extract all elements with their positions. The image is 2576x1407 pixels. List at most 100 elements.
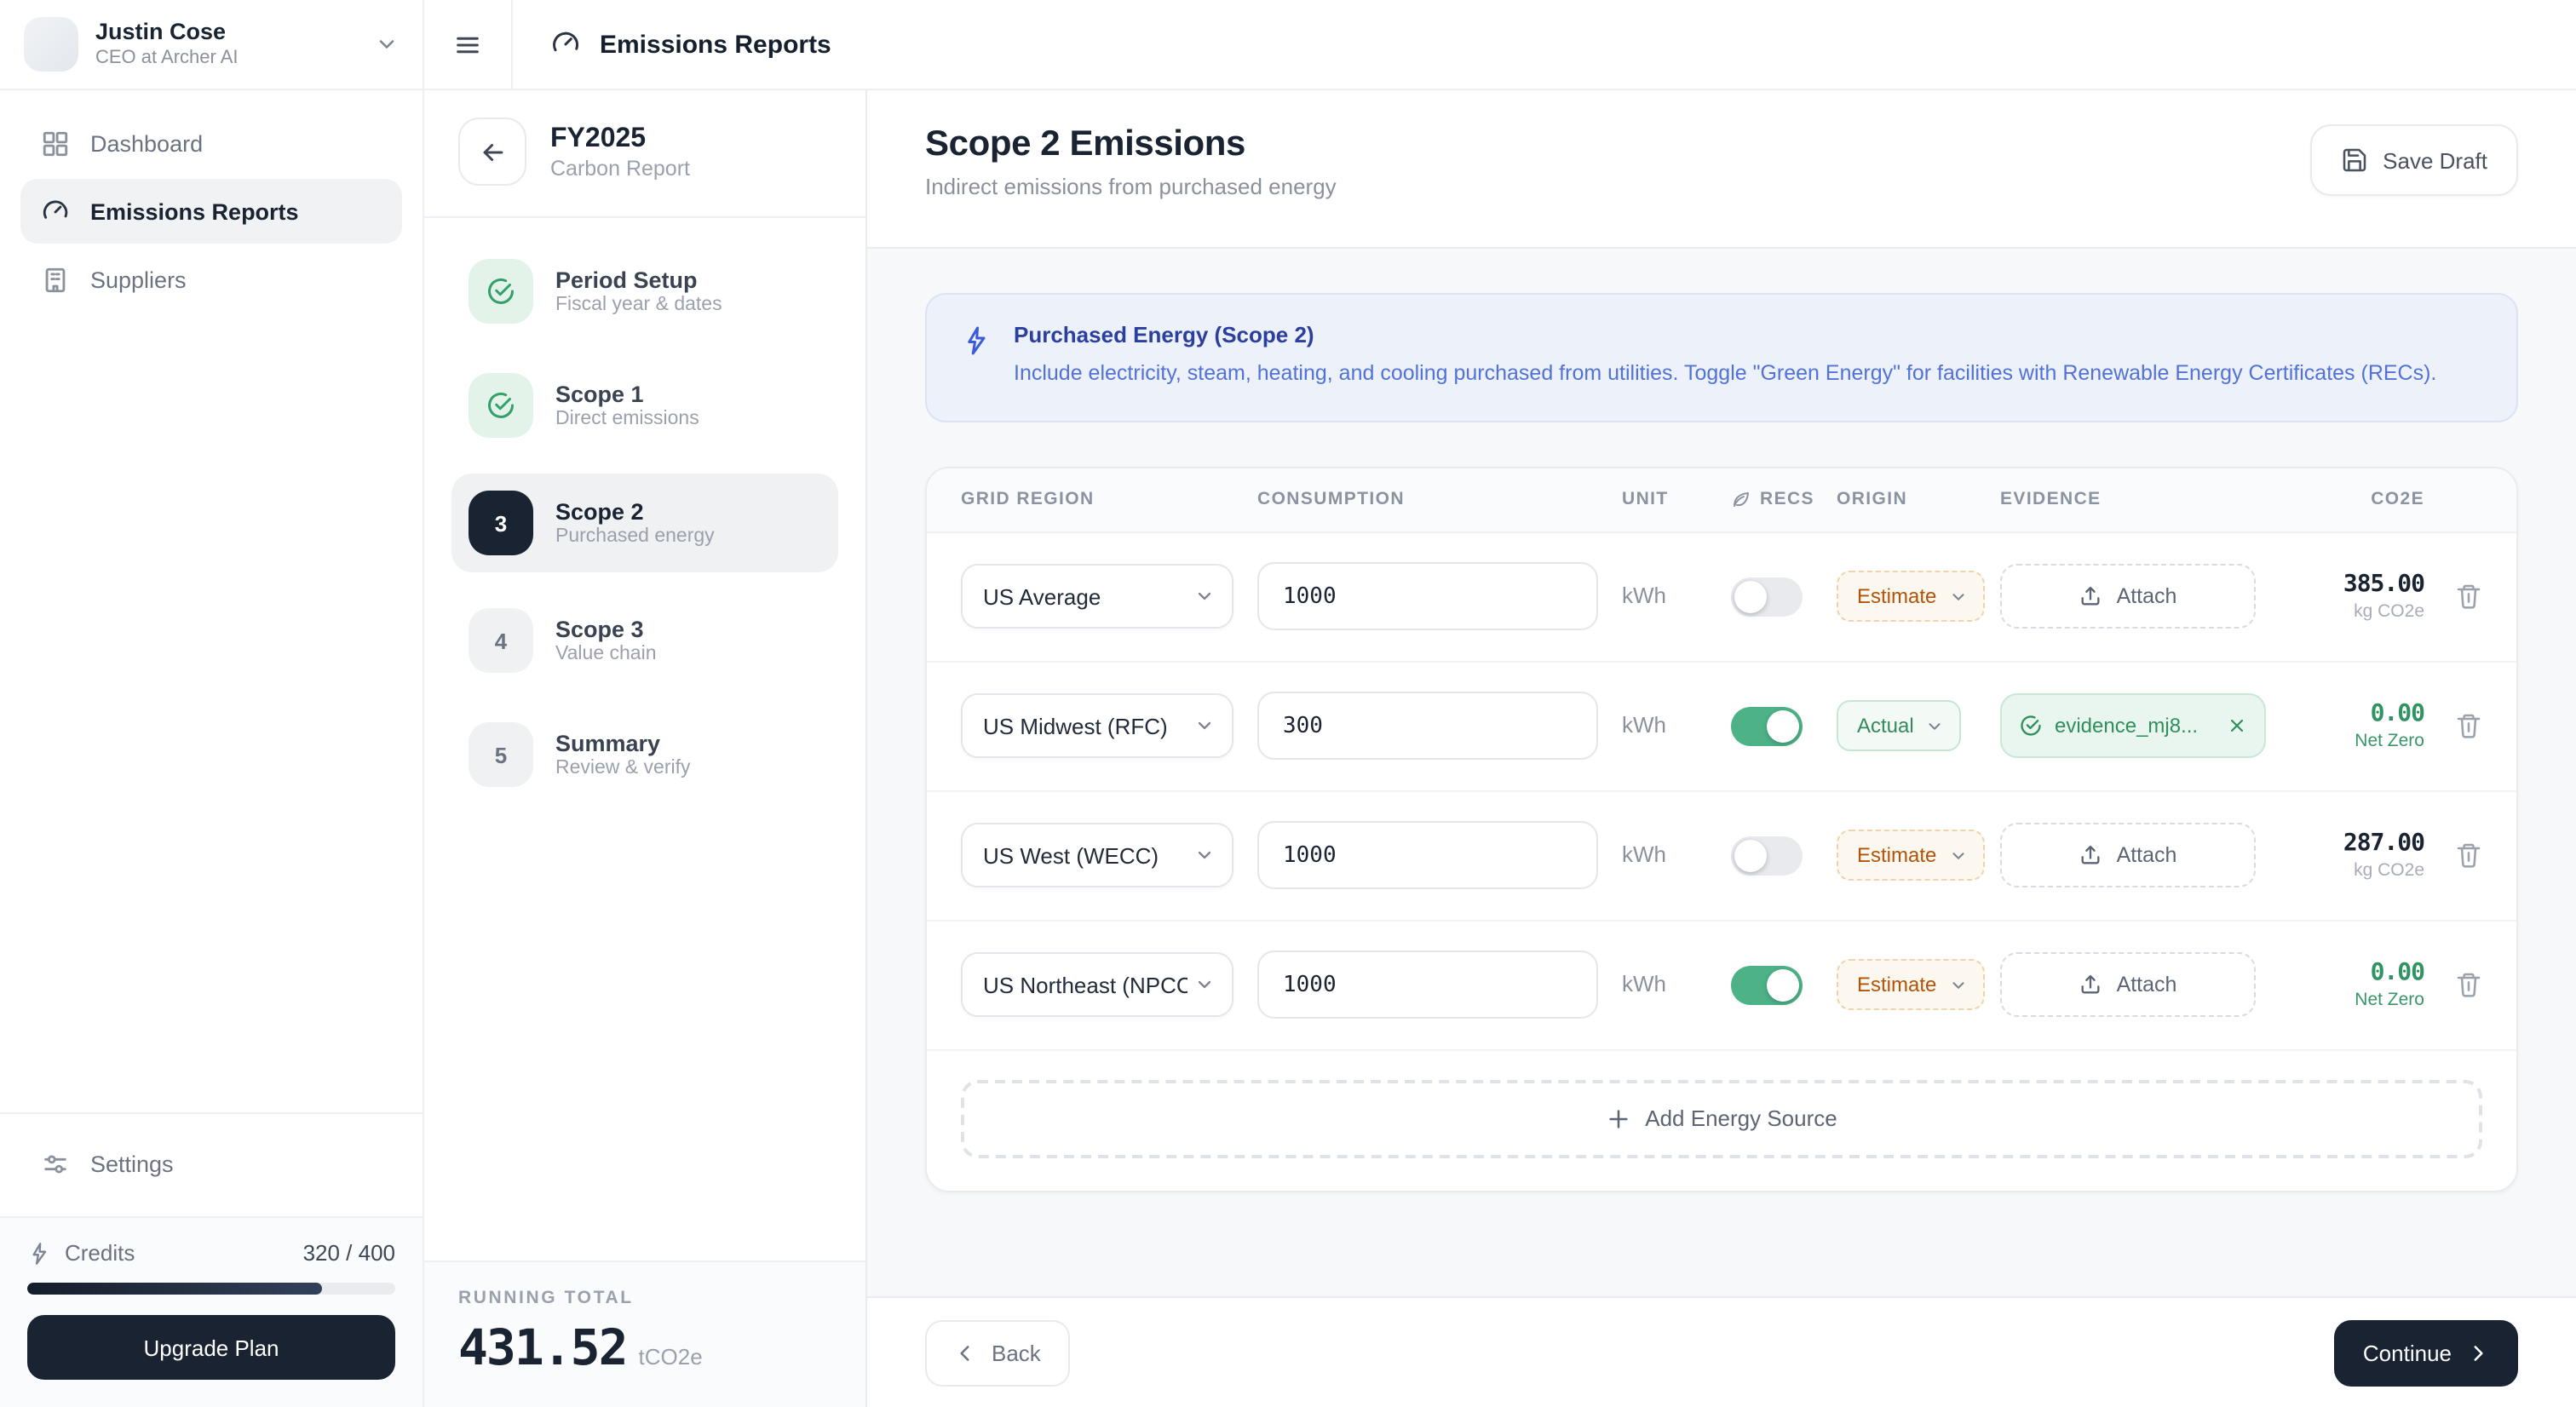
origin-select[interactable]: Estimate: [1837, 830, 1985, 882]
report-stepper-panel: FY2025 Carbon Report Period Setup Fiscal…: [424, 90, 867, 1407]
origin-select[interactable]: Estimate: [1837, 571, 1985, 623]
step-scope-2[interactable]: 3 Scope 2 Purchased energy: [451, 474, 838, 572]
consumption-input[interactable]: [1257, 692, 1598, 761]
sidebar-item-label: Suppliers: [90, 267, 187, 292]
sidebar-item-label: Emissions Reports: [90, 198, 299, 224]
arrow-left-icon: [482, 143, 503, 160]
check-circle-icon: [2021, 716, 2041, 737]
consumption-input[interactable]: [1257, 821, 1598, 890]
delete-row-button[interactable]: [2455, 972, 2482, 999]
trash-icon: [2457, 715, 2481, 739]
plus-icon: [1608, 1110, 1627, 1128]
attach-evidence-button[interactable]: Attach: [2000, 952, 2256, 1018]
origin-select[interactable]: Actual: [1837, 700, 1962, 752]
upgrade-plan-button[interactable]: Upgrade Plan: [27, 1315, 395, 1380]
chevron-right-icon: [2474, 1345, 2483, 1360]
sidebar-item-suppliers[interactable]: Suppliers: [20, 247, 402, 312]
building-icon: [41, 265, 70, 294]
column-header-unit: UNIT: [1622, 489, 1669, 510]
hamburger-menu-button[interactable]: [424, 0, 513, 89]
running-total-unit: tCO2e: [638, 1344, 703, 1370]
sidebar-item-emissions-reports[interactable]: Emissions Reports: [20, 179, 402, 244]
bolt-icon: [961, 322, 992, 393]
table-header-row: GRID REGION CONSUMPTION UNIT RECS ORIGIN…: [927, 468, 2516, 533]
energy-row-4: US Northeast (NPCC) kWh Estimate: [927, 922, 2516, 1051]
running-total-label: RUNNING TOTAL: [458, 1288, 634, 1308]
evidence-file-chip[interactable]: evidence_mj8...: [2000, 693, 2266, 759]
settings-block: Settings: [0, 1112, 423, 1216]
remove-evidence-button[interactable]: [2227, 716, 2247, 737]
app-root: Justin Cose CEO at Archer AI Dashboard E…: [0, 0, 2576, 1407]
co2e-value: 287.00: [2343, 830, 2425, 858]
topbar: Emissions Reports: [424, 0, 2576, 90]
step-number-badge: 4: [469, 608, 533, 673]
co2e-unit: Net Zero: [2355, 731, 2424, 752]
credits-progress-fill: [27, 1283, 322, 1295]
add-row-area: Add Energy Source: [927, 1051, 2516, 1191]
recs-toggle[interactable]: [1731, 706, 1803, 746]
step-summary[interactable]: 5 Summary Review & verify: [451, 709, 838, 801]
topbar-title-text: Emissions Reports: [600, 30, 831, 59]
scope2-content: Purchased Energy (Scope 2) Include elect…: [867, 247, 2576, 1298]
consumption-input[interactable]: [1257, 950, 1598, 1019]
attach-evidence-button[interactable]: Attach: [2000, 564, 2256, 629]
recs-toggle[interactable]: [1731, 577, 1803, 617]
chevron-down-icon: [375, 32, 399, 56]
banner-title: Purchased Energy (Scope 2): [1014, 322, 1314, 347]
delete-row-button[interactable]: [2455, 583, 2482, 611]
report-title: FY2025: [550, 124, 647, 153]
energy-sources-table: GRID REGION CONSUMPTION UNIT RECS ORIGIN…: [925, 466, 2518, 1192]
add-energy-source-button[interactable]: Add Energy Source: [961, 1079, 2482, 1158]
attach-evidence-button[interactable]: Attach: [2000, 823, 2256, 888]
delete-row-button[interactable]: [2455, 842, 2482, 870]
energy-row-3: US West (WECC) kWh Estimate: [927, 792, 2516, 922]
user-meta: Justin Cose CEO at Archer AI: [95, 19, 358, 71]
upload-icon: [2082, 846, 2101, 865]
user-menu[interactable]: Justin Cose CEO at Archer AI: [0, 0, 423, 90]
credits-value: 320 / 400: [302, 1240, 395, 1266]
credits-progress-bar: [27, 1283, 395, 1295]
back-button[interactable]: Back: [925, 1319, 1070, 1386]
delete-row-button[interactable]: [2455, 713, 2482, 740]
chevron-down-icon: [1952, 593, 1964, 600]
grid-region-select[interactable]: US Northeast (NPCC): [961, 952, 1233, 1018]
sidebar-item-label: Dashboard: [90, 130, 204, 156]
chevron-down-icon: [1198, 593, 1211, 600]
save-draft-button[interactable]: Save Draft: [2309, 124, 2518, 196]
grid-icon: [41, 129, 70, 158]
check-circle-icon: [469, 259, 533, 324]
recs-toggle[interactable]: [1731, 836, 1803, 876]
co2e-value: 385.00: [2343, 571, 2425, 599]
co2e-unit: kg CO2e: [2354, 860, 2424, 882]
wizard-footer: Back Continue: [867, 1298, 2576, 1407]
grid-region-select[interactable]: US West (WECC): [961, 823, 1233, 888]
close-icon: [2230, 720, 2244, 732]
bolt-icon: [27, 1241, 51, 1265]
unit-label: kWh: [1622, 712, 1666, 738]
page-title: Scope 2 Emissions: [925, 124, 1246, 164]
user-role: CEO at Archer AI: [95, 47, 239, 68]
column-header-origin: ORIGIN: [1837, 489, 1908, 510]
recs-toggle[interactable]: [1731, 965, 1803, 1005]
sidebar-item-settings[interactable]: Settings: [20, 1131, 402, 1196]
topbar-title: Emissions Reports: [513, 0, 831, 89]
step-scope-1[interactable]: Scope 1 Direct emissions: [451, 359, 838, 451]
step-scope-3[interactable]: 4 Scope 3 Value chain: [451, 594, 838, 686]
sidebar-item-dashboard[interactable]: Dashboard: [20, 111, 402, 175]
consumption-input[interactable]: [1257, 562, 1598, 631]
running-total: RUNNING TOTAL 431.52 tCO2e: [424, 1261, 865, 1407]
leaf-icon: [1734, 492, 1749, 508]
grid-region-select[interactable]: US Average: [961, 564, 1233, 629]
trash-icon: [2457, 973, 2481, 998]
info-banner: Purchased Energy (Scope 2) Include elect…: [925, 293, 2518, 422]
step-period-setup[interactable]: Period Setup Fiscal year & dates: [451, 245, 838, 337]
grid-region-select[interactable]: US Midwest (RFC): [961, 693, 1233, 759]
gauge-icon: [550, 29, 581, 60]
back-to-reports-button[interactable]: [458, 118, 526, 186]
origin-select[interactable]: Estimate: [1837, 959, 1985, 1011]
credits-label: Credits: [65, 1240, 135, 1266]
workspace: Emissions Reports FY2025 Carbon Report P…: [424, 0, 2576, 1407]
user-name: Justin Cose: [95, 18, 227, 44]
report-header: FY2025 Carbon Report: [424, 90, 865, 218]
continue-button[interactable]: Continue: [2333, 1319, 2518, 1386]
